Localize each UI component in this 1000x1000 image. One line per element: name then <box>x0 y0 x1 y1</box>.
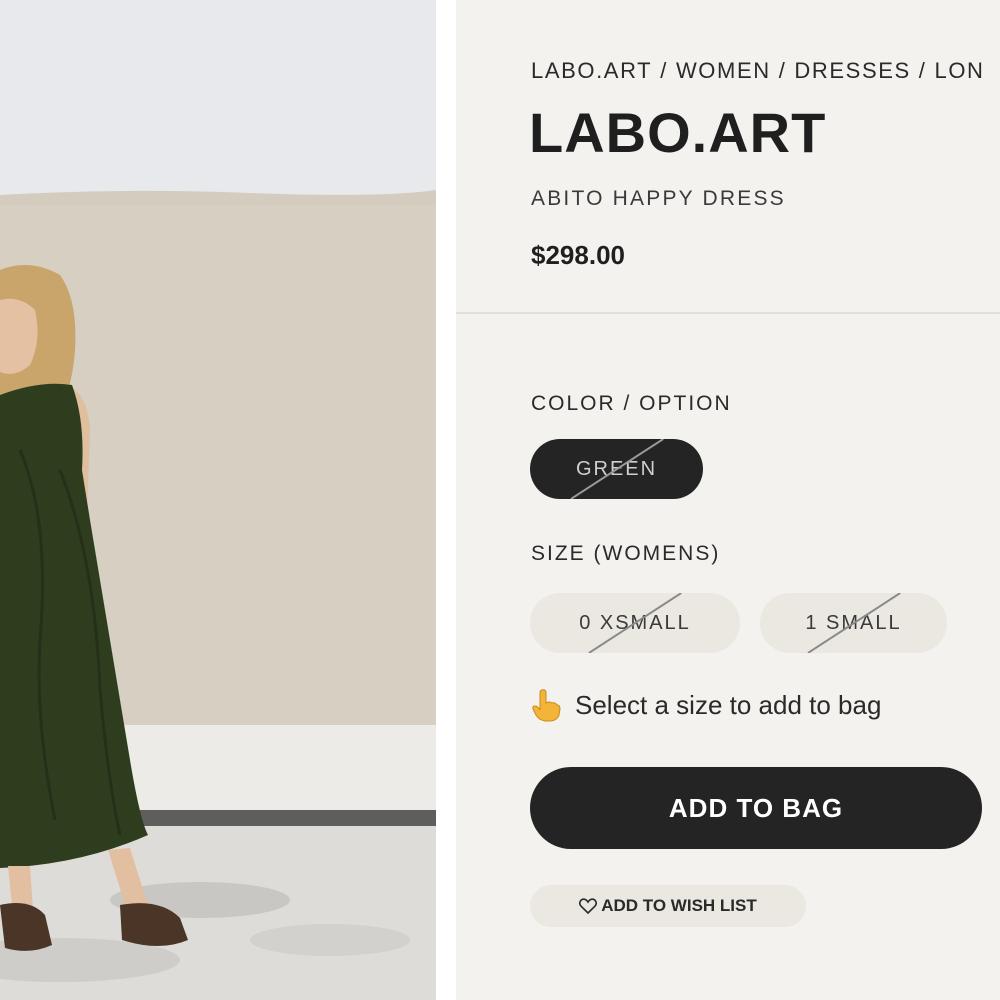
section-divider <box>456 312 1000 314</box>
add-to-wish-list-button[interactable]: ADD TO WISH LIST <box>530 885 806 927</box>
heart-icon <box>579 898 598 914</box>
breadcrumb-item-women[interactable]: WOMEN <box>676 58 771 83</box>
product-details-panel: LABO.ART / WOMEN / DRESSES / LON LABO.ART ABIT… <box>456 0 1000 1000</box>
color-option-green[interactable]: GREEN <box>530 439 703 499</box>
product-photo-illustration <box>0 0 436 1000</box>
breadcrumb: LABO.ART / WOMEN / DRESSES / LON <box>531 58 985 84</box>
panel-divider <box>436 0 456 1000</box>
breadcrumb-separator: / <box>778 58 787 83</box>
product-name: ABITO HAPPY DRESS <box>531 187 786 210</box>
size-option-small[interactable]: 1 SMALL <box>760 593 947 653</box>
color-option-label: COLOR / OPTION <box>531 392 732 415</box>
add-to-bag-button[interactable]: ADD TO BAG <box>530 767 982 849</box>
breadcrumb-separator: / <box>918 58 927 83</box>
size-option-label: SIZE (WOMENS) <box>531 542 721 565</box>
breadcrumb-item-dresses[interactable]: DRESSES <box>794 58 910 83</box>
size-hint-text: Select a size to add to bag <box>575 689 882 720</box>
breadcrumb-item-long[interactable]: LON <box>935 58 985 83</box>
breadcrumb-separator: / <box>660 58 668 83</box>
size-hint: Select a size to add to bag <box>531 688 881 722</box>
brand-title[interactable]: LABO.ART <box>529 100 826 165</box>
breadcrumb-item-brand[interactable]: LABO.ART <box>531 58 652 83</box>
wish-list-label: ADD TO WISH LIST <box>601 896 757 915</box>
pointing-hand-icon <box>531 688 561 722</box>
product-price: $298.00 <box>531 240 625 270</box>
size-option-xsmall[interactable]: 0 XSMALL <box>530 593 740 653</box>
product-photo[interactable] <box>0 0 436 1000</box>
